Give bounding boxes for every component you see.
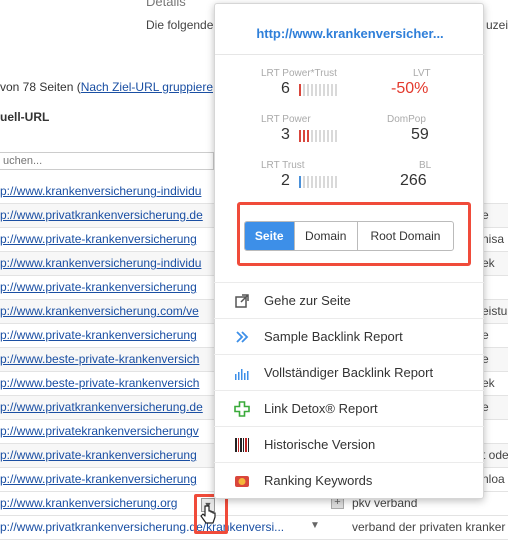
section-title: Details <box>146 0 186 9</box>
toggle-domain[interactable]: Domain <box>295 222 358 250</box>
ranking-icon <box>235 476 249 487</box>
source-url-link[interactable]: p://www.krankenversicherung-individu <box>0 256 213 270</box>
popup-url-title[interactable]: http://www.krankenversicher... <box>215 26 485 41</box>
metric-label-trust: LRT Trust <box>261 160 305 171</box>
toggle-root-domain[interactable]: Root Domain <box>358 222 453 250</box>
menu-item-label: Vollständiger Backlink Report <box>264 365 434 380</box>
column-header-source-url[interactable]: uell-URL <box>0 110 49 124</box>
chevron-down-icon[interactable]: ▼ <box>310 520 320 531</box>
source-url-link[interactable]: p://www.krankenversicherung.com/ve <box>0 304 213 318</box>
source-url-link[interactable]: p://www.krankenversicherung-individu <box>0 184 213 198</box>
metric-value-lvt: -50% <box>391 80 429 97</box>
search-input[interactable] <box>0 152 214 170</box>
source-url-link[interactable]: p://www.beste-private-krankenversich <box>0 376 213 390</box>
anchor-text: nisa <box>482 232 505 246</box>
toggle-seite[interactable]: Seite <box>245 222 295 250</box>
anchor-text: t ode <box>482 448 508 462</box>
external-link-icon <box>235 294 249 308</box>
metric-label-bl: BL <box>419 160 432 171</box>
metric-value-bl: 266 <box>400 172 427 189</box>
source-url-link[interactable]: p://www.private-krankenversicherung <box>0 328 213 342</box>
menu-item-full-backlink-report[interactable]: Vollständiger Backlink Report <box>214 354 484 390</box>
menu-item-open-page[interactable]: Gehe zur Seite <box>214 282 484 318</box>
menu-item-label: Historische Version <box>264 437 376 452</box>
menu-item-label: Gehe zur Seite <box>264 293 351 308</box>
menu-item-historic-version[interactable]: Historische Version <box>214 426 484 462</box>
scope-toggle: Seite Domain Root Domain <box>244 221 454 251</box>
source-url-link[interactable]: p://www.private-krankenversicherung <box>0 448 213 462</box>
menu-item-sample-backlink-report[interactable]: Sample Backlink Report <box>214 318 484 354</box>
metric-value-dompop: 59 <box>411 126 429 143</box>
metric-value-trust: 2 <box>281 172 290 189</box>
metric-value-power-trust: 6 <box>281 80 290 97</box>
anchor-text: verband der privaten kranker <box>352 520 506 534</box>
intro-text: Die folgende <box>146 18 214 32</box>
pages-count: von 78 Seiten ( <box>0 80 81 94</box>
metric-label-power: LRT Power <box>261 114 311 125</box>
source-url-link[interactable]: p://www.beste-private-krankenversich <box>0 352 213 366</box>
double-chevron-icon <box>236 331 249 343</box>
pages-info: von 78 Seiten (Nach Ziel-URL gruppiere <box>0 80 213 94</box>
metric-label-power-trust: LRT Power*Trust <box>261 68 337 79</box>
source-url-link[interactable]: p://www.krankenversicherung.org <box>0 496 194 510</box>
source-url-link[interactable]: p://www.privatkrankenversicherung.de <box>0 208 213 222</box>
trust-bar-icon <box>299 176 337 188</box>
menu-item-label: Link Detox® Report <box>264 401 378 416</box>
metric-value-power: 3 <box>281 126 290 143</box>
menu-item-link-detox-report[interactable]: Link Detox® Report <box>214 390 484 426</box>
power-bar-icon <box>299 130 337 142</box>
divider <box>215 54 485 55</box>
barcode-icon <box>235 438 249 452</box>
table-row[interactable]: p://www.privatkrankenversicherung.de/kra… <box>0 516 508 540</box>
group-by-target-link[interactable]: Nach Ziel-URL gruppiere <box>81 80 213 94</box>
metric-label-dompop: DomPop <box>387 114 426 125</box>
intro-text-right: uzeig <box>486 18 508 32</box>
menu-item-label: Ranking Keywords <box>264 473 373 488</box>
power-trust-bar-icon <box>299 84 337 96</box>
anchor-text: nloa <box>482 472 505 486</box>
source-url-link[interactable]: p://www.privatkrankenversicherung.de <box>0 400 213 414</box>
hand-cursor-icon <box>200 505 216 524</box>
source-url-link[interactable]: p://www.privatkrankenversicherung.de/kra… <box>0 520 310 534</box>
source-url-link[interactable]: p://www.private-krankenversicherung <box>0 280 213 294</box>
source-url-link[interactable]: p://www.private-krankenversicherung <box>0 232 213 246</box>
anchor-text: eistu <box>482 304 508 318</box>
menu-item-ranking-keywords[interactable]: Ranking Keywords <box>214 462 484 498</box>
menu-item-label: Sample Backlink Report <box>264 329 403 344</box>
cross-icon <box>234 401 250 417</box>
bar-chart-icon <box>235 369 249 380</box>
source-url-link[interactable]: p://www.private-krankenversicherung <box>0 472 213 486</box>
metric-label-lvt: LVT <box>413 68 431 79</box>
source-url-link[interactable]: p://www.privatekrankenversicherungv <box>0 424 213 438</box>
